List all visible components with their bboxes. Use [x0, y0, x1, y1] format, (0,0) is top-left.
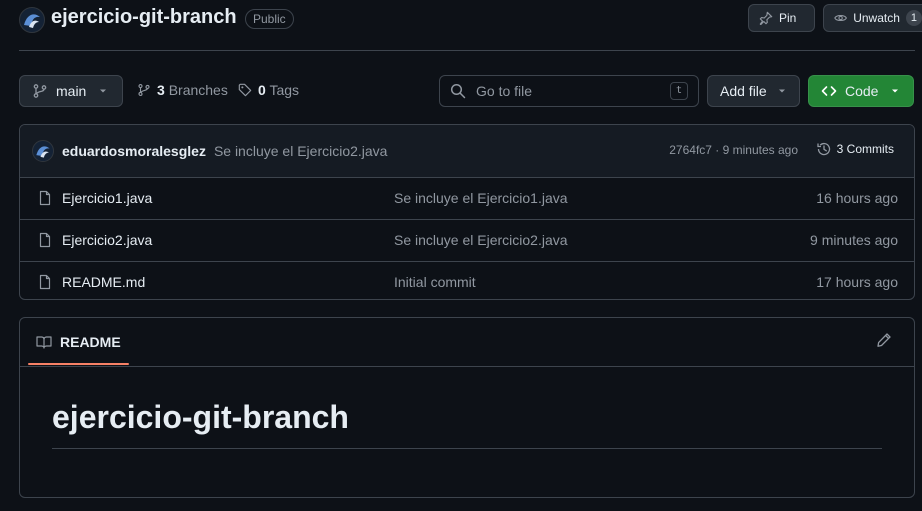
tab-readme[interactable]: README — [28, 318, 129, 366]
unwatch-button[interactable]: Unwatch 1 — [823, 4, 922, 32]
readme-tabbar: README — [20, 318, 914, 367]
latest-commit-bar: eduardosmoralesglez Se incluye el Ejerci… — [20, 125, 914, 178]
branch-icon — [33, 84, 47, 98]
pin-icon — [759, 11, 773, 25]
readme-panel: README ejercicio-git-branch — [19, 317, 915, 498]
branches-count: 3 — [157, 82, 165, 98]
commits-label: 3 Commits — [836, 142, 894, 156]
commits-history-link[interactable]: 3 Commits — [816, 141, 894, 157]
add-file-label: Add file — [720, 83, 767, 99]
code-button[interactable]: Code — [808, 75, 914, 107]
commit-hash-time[interactable]: 2764fc7 · 9 minutes ago — [669, 143, 798, 157]
file-row[interactable]: Ejercicio1.java Se incluye el Ejercicio1… — [20, 178, 914, 220]
caret-down-icon — [892, 89, 899, 93]
branch-selector[interactable]: main — [19, 75, 123, 107]
code-label: Code — [845, 83, 879, 99]
commit-message[interactable]: Se incluye el Ejercicio2.java — [214, 143, 388, 159]
pin-label: Pin — [779, 11, 797, 25]
commit-author-avatar[interactable] — [32, 140, 54, 162]
file-commit-message[interactable]: Se incluye el Ejercicio2.java — [394, 232, 568, 248]
add-file-button[interactable]: Add file — [707, 75, 800, 107]
file-name[interactable]: Ejercicio1.java — [62, 190, 152, 206]
pencil-icon — [877, 333, 891, 347]
eye-icon — [834, 14, 847, 22]
file-commit-message[interactable]: Se incluye el Ejercicio1.java — [394, 190, 568, 206]
caret-down-icon — [100, 89, 107, 93]
search-icon — [450, 83, 466, 99]
file-commit-date: 16 hours ago — [816, 190, 898, 206]
branch-name: main — [56, 83, 87, 99]
search-shortcut: t — [669, 82, 688, 100]
unwatch-label: Unwatch — [853, 11, 900, 25]
branch-icon — [138, 84, 150, 96]
avatar-icon — [20, 8, 44, 32]
file-commit-date: 17 hours ago — [816, 274, 898, 290]
file-commit-message[interactable]: Initial commit — [394, 274, 476, 290]
tag-icon — [238, 83, 252, 97]
tags-link[interactable]: 0 Tags — [238, 82, 299, 98]
caret-down-icon — [778, 89, 785, 93]
avatar-icon — [33, 141, 53, 161]
file-commit-date: 9 minutes ago — [810, 232, 898, 248]
file-browser: eduardosmoralesglez Se incluye el Ejerci… — [19, 124, 915, 300]
code-icon — [821, 86, 837, 96]
file-icon — [39, 190, 51, 206]
book-icon — [36, 336, 52, 349]
pin-button[interactable]: Pin — [748, 4, 815, 32]
file-row[interactable]: Ejercicio2.java Se incluye el Ejercicio2… — [20, 220, 914, 262]
active-tab-indicator — [28, 363, 129, 365]
tags-count: 0 — [258, 82, 266, 98]
repo-owner-avatar[interactable] — [19, 7, 45, 33]
history-icon — [817, 142, 830, 156]
edit-readme-button[interactable] — [876, 332, 892, 348]
file-name[interactable]: Ejercicio2.java — [62, 232, 152, 248]
branches-link[interactable]: 3 Branches — [137, 82, 228, 98]
go-to-file-search[interactable]: Go to file t — [439, 75, 699, 107]
file-icon — [39, 232, 51, 248]
visibility-badge: Public — [245, 9, 294, 29]
file-name[interactable]: README.md — [62, 274, 145, 290]
heading-divider — [52, 448, 882, 449]
file-icon — [39, 274, 51, 290]
repo-name[interactable]: ejercicio-git-branch — [51, 6, 237, 29]
branches-label: Branches — [168, 82, 228, 98]
watch-count: 1 — [905, 10, 922, 26]
readme-heading: ejercicio-git-branch — [52, 399, 349, 435]
file-row[interactable]: README.md Initial commit 17 hours ago — [20, 262, 914, 299]
readme-tab-label: README — [60, 334, 121, 350]
tags-label: Tags — [269, 82, 300, 98]
commit-author[interactable]: eduardosmoralesglez — [62, 143, 206, 159]
header-divider — [19, 50, 915, 51]
search-input[interactable]: Go to file — [476, 83, 660, 99]
